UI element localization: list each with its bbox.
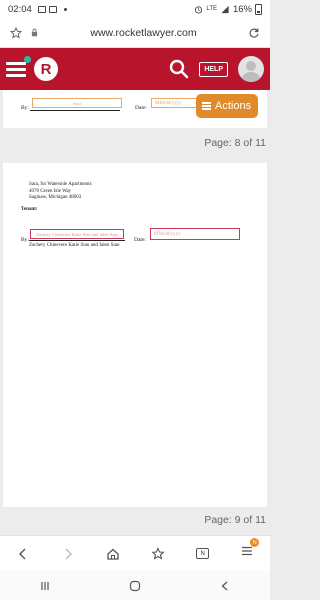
home-icon[interactable] bbox=[106, 547, 120, 561]
landlord-address: Sara, for Waterside Apartments 4070 Gree… bbox=[29, 182, 92, 200]
notification-dot bbox=[24, 56, 31, 63]
tenant-signature-field[interactable]: Zachery Chinevere Katie Sian and Jalen S… bbox=[30, 229, 124, 239]
more-notifications-icon bbox=[63, 7, 67, 11]
hamburger-menu-button[interactable] bbox=[6, 56, 31, 78]
battery-percent: 16% bbox=[232, 3, 252, 15]
bookmark-star-icon[interactable] bbox=[10, 26, 22, 39]
tenant-names: Zachery Chinevere Katie Sian and Jalen S… bbox=[29, 243, 120, 248]
recent-apps-icon[interactable] bbox=[39, 580, 51, 592]
tenant-heading: Tenant: bbox=[21, 207, 38, 212]
back-button-icon[interactable] bbox=[219, 580, 231, 592]
page-indicator: Page: 9 of 11 bbox=[204, 514, 266, 526]
message-notification-icon bbox=[48, 5, 57, 13]
battery-icon bbox=[255, 3, 262, 15]
site-header: R HELP bbox=[0, 48, 270, 90]
menu-icon bbox=[202, 102, 211, 110]
system-nav-bar bbox=[0, 571, 270, 600]
page-indicator: Page: 8 of 11 bbox=[204, 137, 266, 149]
browser-toolbar: N N bbox=[0, 535, 270, 571]
signature-line bbox=[30, 110, 120, 111]
clock: 02:04 bbox=[8, 3, 32, 15]
gallery-notification-icon bbox=[37, 5, 46, 13]
status-bar: 02:04 LTE 16% bbox=[0, 0, 270, 18]
help-button[interactable]: HELP bbox=[199, 61, 228, 77]
reload-icon[interactable] bbox=[248, 27, 260, 39]
date-label: Date: bbox=[134, 237, 146, 243]
date-field[interactable]: MM/dd/yyyy bbox=[151, 98, 199, 108]
signature-field[interactable]: Sara bbox=[32, 98, 122, 108]
back-icon[interactable] bbox=[16, 547, 30, 561]
date-label: Date: bbox=[135, 105, 147, 111]
bookmarks-icon[interactable] bbox=[151, 546, 165, 561]
signal-icon bbox=[221, 5, 229, 13]
rocketlawyer-logo[interactable]: R bbox=[34, 57, 58, 81]
address-bar: www.rocketlawyer.com bbox=[0, 18, 270, 48]
actions-button[interactable]: Actions bbox=[196, 94, 258, 118]
network-type: LTE bbox=[206, 6, 217, 12]
search-icon[interactable] bbox=[169, 59, 189, 79]
actions-label: Actions bbox=[215, 100, 252, 112]
lock-icon bbox=[31, 28, 38, 37]
by-label: By: bbox=[21, 237, 29, 243]
date-field[interactable]: MM/dd/yyyy bbox=[150, 228, 240, 240]
tabs-button[interactable]: N bbox=[196, 548, 210, 559]
user-avatar[interactable] bbox=[238, 56, 264, 82]
by-label: By: bbox=[21, 105, 29, 111]
alarm-icon bbox=[195, 5, 203, 14]
document-page-9: Sara, for Waterside Apartments 4070 Gree… bbox=[3, 163, 267, 507]
forward-icon[interactable] bbox=[61, 547, 75, 561]
signature-line bbox=[29, 240, 125, 241]
browser-menu-button[interactable]: N bbox=[240, 538, 260, 563]
menu-badge: N bbox=[250, 538, 260, 547]
home-button-icon[interactable] bbox=[129, 580, 141, 592]
url-text[interactable]: www.rocketlawyer.com bbox=[39, 27, 248, 39]
